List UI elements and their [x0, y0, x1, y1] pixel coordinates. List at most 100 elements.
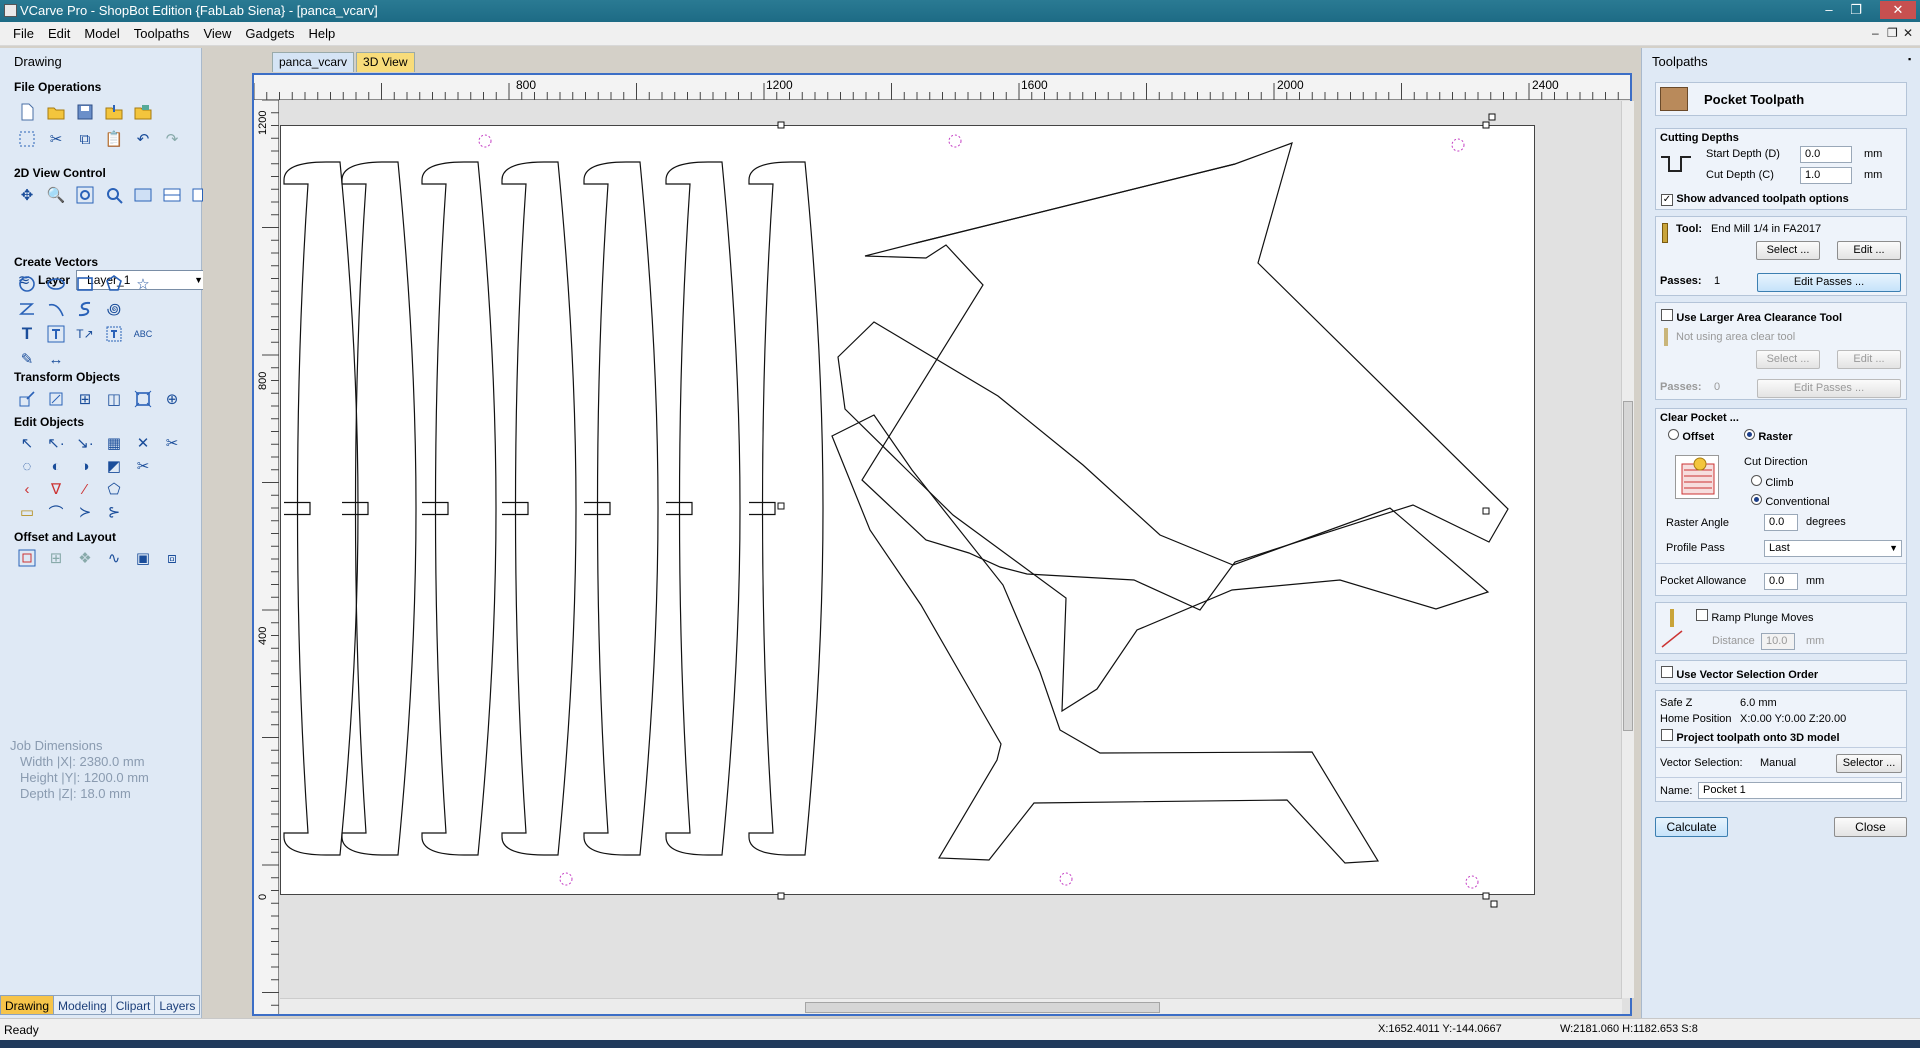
- circular-copy-icon[interactable]: ❖: [74, 547, 96, 569]
- menu-edit[interactable]: Edit: [41, 22, 77, 46]
- polygon-icon[interactable]: [103, 273, 125, 295]
- material-sheet[interactable]: [280, 125, 1535, 895]
- draw-tool-icon[interactable]: ✎: [16, 348, 38, 370]
- scissors-icon[interactable]: ✂: [132, 455, 154, 477]
- interactive-select-icon[interactable]: ▦: [103, 432, 125, 454]
- mirror-icon[interactable]: ⊞: [74, 388, 96, 410]
- start-depth-input[interactable]: 0.0: [1800, 146, 1852, 163]
- move-icon[interactable]: [16, 388, 38, 410]
- close-window-button[interactable]: ✕: [1880, 1, 1916, 19]
- climb-radio[interactable]: [1751, 475, 1762, 486]
- pocket-allowance-input[interactable]: 0.0: [1764, 573, 1798, 590]
- undo-icon[interactable]: ↶: [132, 128, 154, 150]
- align-icon[interactable]: ◫: [103, 388, 125, 410]
- tool-select-button[interactable]: Select ...: [1756, 241, 1820, 260]
- polyline-icon[interactable]: [16, 298, 38, 320]
- text-icon[interactable]: T: [16, 323, 38, 345]
- paste-icon[interactable]: 📋: [103, 128, 125, 150]
- select-icon[interactable]: ↖: [16, 432, 38, 454]
- tab-3d-view[interactable]: 3D View: [356, 52, 415, 72]
- redo-icon[interactable]: ↷: [161, 128, 183, 150]
- job-setup-icon[interactable]: [16, 128, 38, 150]
- import-icon[interactable]: [103, 101, 125, 123]
- save-icon[interactable]: [74, 101, 96, 123]
- vertical-scrollbar[interactable]: [1621, 101, 1634, 998]
- rectangle-icon[interactable]: [74, 273, 96, 295]
- area-edit-button[interactable]: Edit ...: [1837, 350, 1901, 369]
- show-advanced-row[interactable]: ✓ Show advanced toolpath options: [1661, 191, 1849, 206]
- vector-order-row[interactable]: Use Vector Selection Order: [1661, 666, 1818, 681]
- arc-icon[interactable]: [45, 298, 67, 320]
- spiral-icon[interactable]: ꩜: [103, 298, 125, 320]
- vector-order-checkbox[interactable]: [1661, 666, 1673, 678]
- climb-option[interactable]: Climb: [1751, 475, 1793, 489]
- text-on-curve-icon[interactable]: T↗: [74, 323, 96, 345]
- tab-modeling[interactable]: Modeling: [53, 995, 111, 1015]
- edit-passes-button[interactable]: Edit Passes ...: [1757, 273, 1901, 292]
- angle-icon[interactable]: ‹: [16, 478, 38, 500]
- mdi-restore-button[interactable]: ❐: [1887, 26, 1898, 40]
- mdi-minimize-button[interactable]: –: [1872, 26, 1879, 40]
- minimize-button[interactable]: –: [1818, 1, 1840, 19]
- horizontal-scrollbar[interactable]: [280, 998, 1622, 1014]
- node-edit-icon[interactable]: ↖·: [45, 432, 67, 454]
- text-arc-icon[interactable]: ABC: [132, 323, 154, 345]
- scale-icon[interactable]: [132, 388, 154, 410]
- star-icon[interactable]: ☆: [132, 273, 154, 295]
- circle-icon[interactable]: [16, 273, 38, 295]
- tool-edit-button[interactable]: Edit ...: [1837, 241, 1901, 260]
- menu-help[interactable]: Help: [302, 22, 343, 46]
- pan-icon[interactable]: ✥: [16, 184, 38, 206]
- smooth-icon[interactable]: ≻: [74, 501, 96, 523]
- import-bitmap-icon[interactable]: [132, 101, 154, 123]
- raster-option[interactable]: Raster: [1744, 429, 1793, 443]
- open-file-icon[interactable]: [45, 101, 67, 123]
- zoom-selection-icon[interactable]: [103, 184, 125, 206]
- tab-clipart[interactable]: Clipart: [110, 995, 155, 1015]
- close-button[interactable]: Close: [1834, 817, 1907, 837]
- delete-duplicates-icon[interactable]: ✕: [132, 432, 154, 454]
- join-icon[interactable]: ▭: [16, 501, 38, 523]
- toolpath-name-input[interactable]: Pocket 1: [1698, 782, 1902, 799]
- ramp-checkbox[interactable]: [1696, 609, 1708, 621]
- trim-icon[interactable]: ✂: [161, 432, 183, 454]
- copy-icon[interactable]: ⧉: [74, 128, 96, 150]
- intersect-icon[interactable]: ◑: [74, 455, 96, 477]
- tab-drawing[interactable]: Drawing: [0, 995, 54, 1015]
- zoom-icon[interactable]: 🔍: [45, 184, 67, 206]
- transform-select-icon[interactable]: ↘·: [74, 432, 96, 454]
- mdi-close-button[interactable]: ✕: [1903, 26, 1913, 40]
- auto-layout-text-icon[interactable]: [103, 323, 125, 345]
- zoom-all-icon[interactable]: [74, 184, 96, 206]
- rotate-icon[interactable]: [45, 388, 67, 410]
- copy-along-vector-icon[interactable]: ∿: [103, 547, 125, 569]
- text-box-icon[interactable]: [45, 323, 67, 345]
- set-origin-icon[interactable]: ⊕: [161, 388, 183, 410]
- curve-icon[interactable]: [74, 298, 96, 320]
- offset-icon[interactable]: [16, 547, 38, 569]
- nesting-icon[interactable]: ▣: [132, 547, 154, 569]
- maximize-button[interactable]: ❐: [1845, 1, 1867, 19]
- larger-area-row[interactable]: Use Larger Area Clearance Tool: [1661, 309, 1842, 324]
- cut-depth-input[interactable]: 1.0: [1800, 167, 1852, 184]
- v-node-icon[interactable]: ∇: [45, 478, 67, 500]
- dimension-icon[interactable]: ↔: [45, 348, 67, 370]
- view-split-icon[interactable]: [161, 184, 183, 206]
- distance-input[interactable]: 10.0: [1761, 633, 1795, 650]
- menu-view[interactable]: View: [196, 22, 238, 46]
- conventional-radio[interactable]: [1751, 494, 1762, 505]
- project-checkbox[interactable]: [1661, 729, 1673, 741]
- menu-file[interactable]: File: [6, 22, 41, 46]
- offset-radio[interactable]: [1668, 429, 1679, 440]
- show-advanced-checkbox[interactable]: ✓: [1661, 194, 1673, 206]
- vertical-scroll-thumb[interactable]: [1623, 401, 1633, 731]
- conventional-option[interactable]: Conventional: [1751, 494, 1830, 508]
- menu-toolpaths[interactable]: Toolpaths: [127, 22, 197, 46]
- ellipse-icon[interactable]: [45, 273, 67, 295]
- horizontal-scroll-thumb[interactable]: [805, 1002, 1160, 1013]
- menu-gadgets[interactable]: Gadgets: [238, 22, 301, 46]
- area-select-button[interactable]: Select ...: [1756, 350, 1820, 369]
- weld-icon[interactable]: ◌: [16, 455, 38, 477]
- pin-icon[interactable]: ▪: [1908, 54, 1911, 64]
- extend-icon[interactable]: ⌒: [45, 501, 67, 523]
